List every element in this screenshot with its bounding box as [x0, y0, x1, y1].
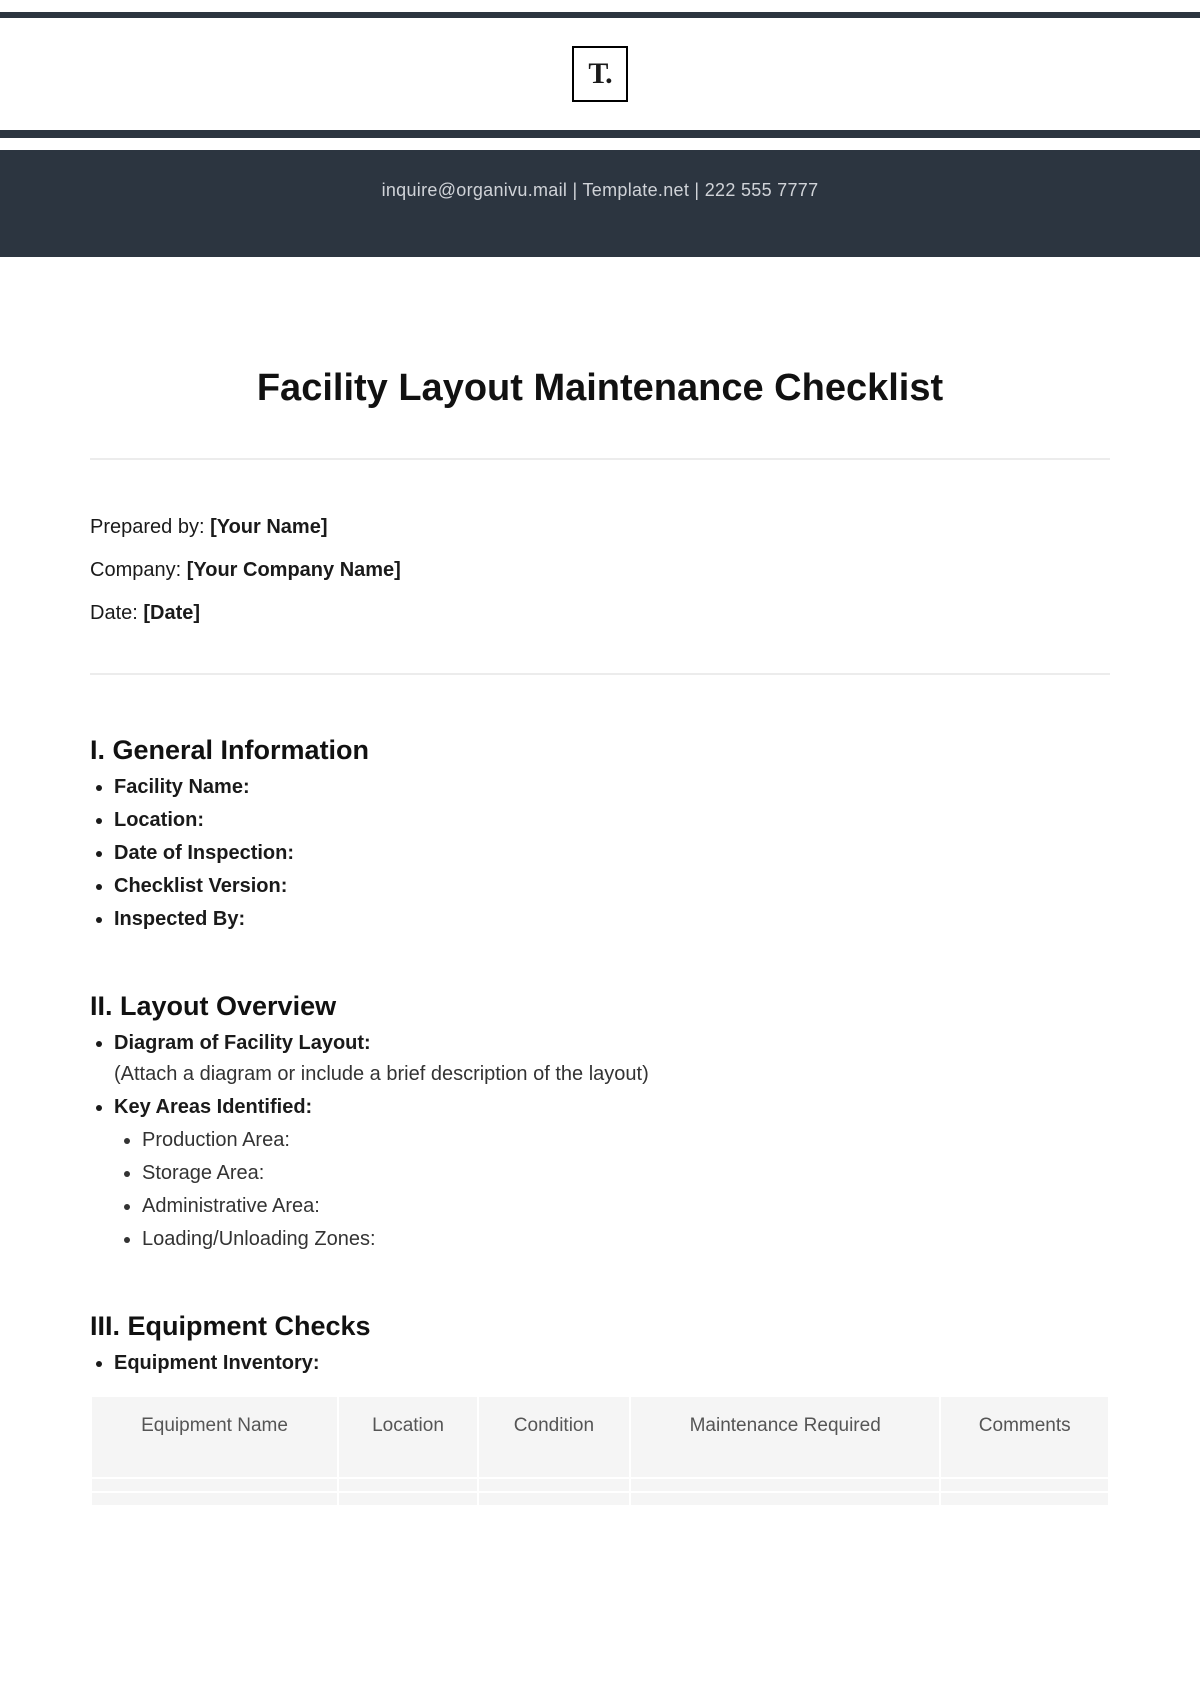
table-row [91, 1478, 1109, 1492]
document-content: Facility Layout Maintenance Checklist Pr… [0, 257, 1200, 1507]
table-header: Condition [478, 1396, 630, 1478]
section-list: Equipment Inventory: [90, 1352, 1110, 1375]
table-header-row: Equipment Name Location Condition Mainte… [91, 1396, 1109, 1478]
list-item: Diagram of Facility Layout: (Attach a di… [114, 1032, 1110, 1086]
sub-list-item: Storage Area: [142, 1162, 1110, 1185]
mid-rule [0, 130, 1200, 138]
meta-label: Company: [90, 559, 187, 581]
list-item: Date of Inspection: [114, 842, 1110, 865]
meta-prepared-by: Prepared by: [Your Name] [90, 516, 1110, 539]
meta-label: Date: [90, 602, 143, 624]
logo-icon: T. [572, 46, 628, 102]
section-list: Facility Name: Location: Date of Inspect… [90, 776, 1110, 931]
list-item: Equipment Inventory: [114, 1352, 1110, 1375]
meta-company: Company: [Your Company Name] [90, 559, 1110, 582]
meta-value: [Your Name] [210, 516, 327, 538]
section-heading: III. Equipment Checks [90, 1311, 1110, 1342]
divider [90, 458, 1110, 460]
logo-wrap: T. [0, 18, 1200, 130]
equipment-table: Equipment Name Location Condition Mainte… [90, 1395, 1110, 1507]
table-header: Comments [940, 1396, 1109, 1478]
page-title: Facility Layout Maintenance Checklist [90, 367, 1110, 410]
table-row [91, 1492, 1109, 1506]
contact-bar: inquire@organivu.mail | Template.net | 2… [0, 150, 1200, 257]
sub-list-item: Administrative Area: [142, 1195, 1110, 1218]
list-item-label: Diagram of Facility Layout: [114, 1032, 371, 1054]
meta-value: [Your Company Name] [187, 559, 401, 581]
list-item: Inspected By: [114, 908, 1110, 931]
table-header: Equipment Name [91, 1396, 338, 1478]
list-item: Location: [114, 809, 1110, 832]
meta-date: Date: [Date] [90, 602, 1110, 625]
list-item: Key Areas Identified: Production Area: S… [114, 1096, 1110, 1251]
sub-list-item: Loading/Unloading Zones: [142, 1228, 1110, 1251]
section-heading: I. General Information [90, 735, 1110, 766]
list-item: Checklist Version: [114, 875, 1110, 898]
sub-list: Production Area: Storage Area: Administr… [114, 1129, 1110, 1251]
section-heading: II. Layout Overview [90, 991, 1110, 1022]
list-item: Facility Name: [114, 776, 1110, 799]
table-header: Maintenance Required [630, 1396, 941, 1478]
list-item-note: (Attach a diagram or include a brief des… [114, 1063, 1110, 1086]
meta-label: Prepared by: [90, 516, 210, 538]
table-header: Location [338, 1396, 478, 1478]
sub-list-item: Production Area: [142, 1129, 1110, 1152]
divider [90, 673, 1110, 675]
meta-value: [Date] [143, 602, 200, 624]
list-item-label: Key Areas Identified: [114, 1096, 312, 1118]
section-list: Diagram of Facility Layout: (Attach a di… [90, 1032, 1110, 1251]
